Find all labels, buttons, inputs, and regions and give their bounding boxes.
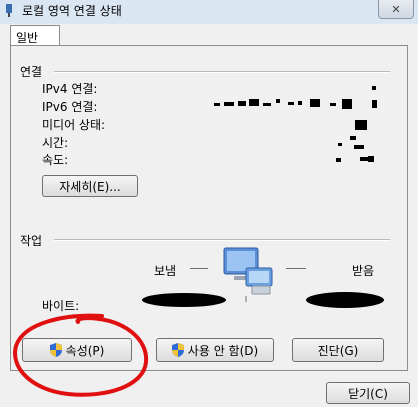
activity-divider xyxy=(54,239,390,241)
sent-bytes-redacted xyxy=(142,293,226,307)
close-button[interactable]: 닫기(C) xyxy=(326,382,410,404)
annotation-circle xyxy=(13,313,149,397)
disable-button[interactable]: 사용 안 함(D) xyxy=(156,338,274,362)
title-bar: 로컬 영역 연결 상태 ✕ xyxy=(0,0,418,24)
media-state-label: 미디어 상태: xyxy=(42,118,106,132)
connection-divider xyxy=(54,71,390,73)
details-button[interactable]: 자세히(E)... xyxy=(42,175,138,197)
received-line xyxy=(286,268,306,269)
received-bytes-redacted xyxy=(306,292,384,308)
tab-general[interactable]: 일반 xyxy=(10,25,60,47)
duration-label: 시간: xyxy=(42,136,69,150)
window-title: 로컬 영역 연결 상태 xyxy=(22,4,122,18)
shield-icon xyxy=(171,343,184,357)
sent-label: 보냄 xyxy=(154,264,177,278)
received-label: 받음 xyxy=(352,264,375,278)
diagnose-button-label: 진단(G) xyxy=(317,343,359,358)
disable-button-label: 사용 안 함(D) xyxy=(187,343,259,358)
close-button-label: 닫기(C) xyxy=(348,386,388,401)
close-icon[interactable]: ✕ xyxy=(378,0,414,19)
diagnose-button[interactable]: 진단(G) xyxy=(292,338,384,362)
ipv6-label: IPv6 연결: xyxy=(42,100,98,114)
network-computers-icon xyxy=(223,247,273,302)
network-adapter-icon xyxy=(6,4,12,17)
ipv4-label: IPv4 연결: xyxy=(42,82,98,96)
connection-heading: 연결 xyxy=(20,65,43,79)
activity-heading: 작업 xyxy=(20,234,43,248)
sent-line xyxy=(190,268,208,269)
tab-general-label: 일반 xyxy=(16,31,39,45)
details-button-label: 자세히(E)... xyxy=(59,179,121,194)
speed-label: 속도: xyxy=(42,153,69,167)
